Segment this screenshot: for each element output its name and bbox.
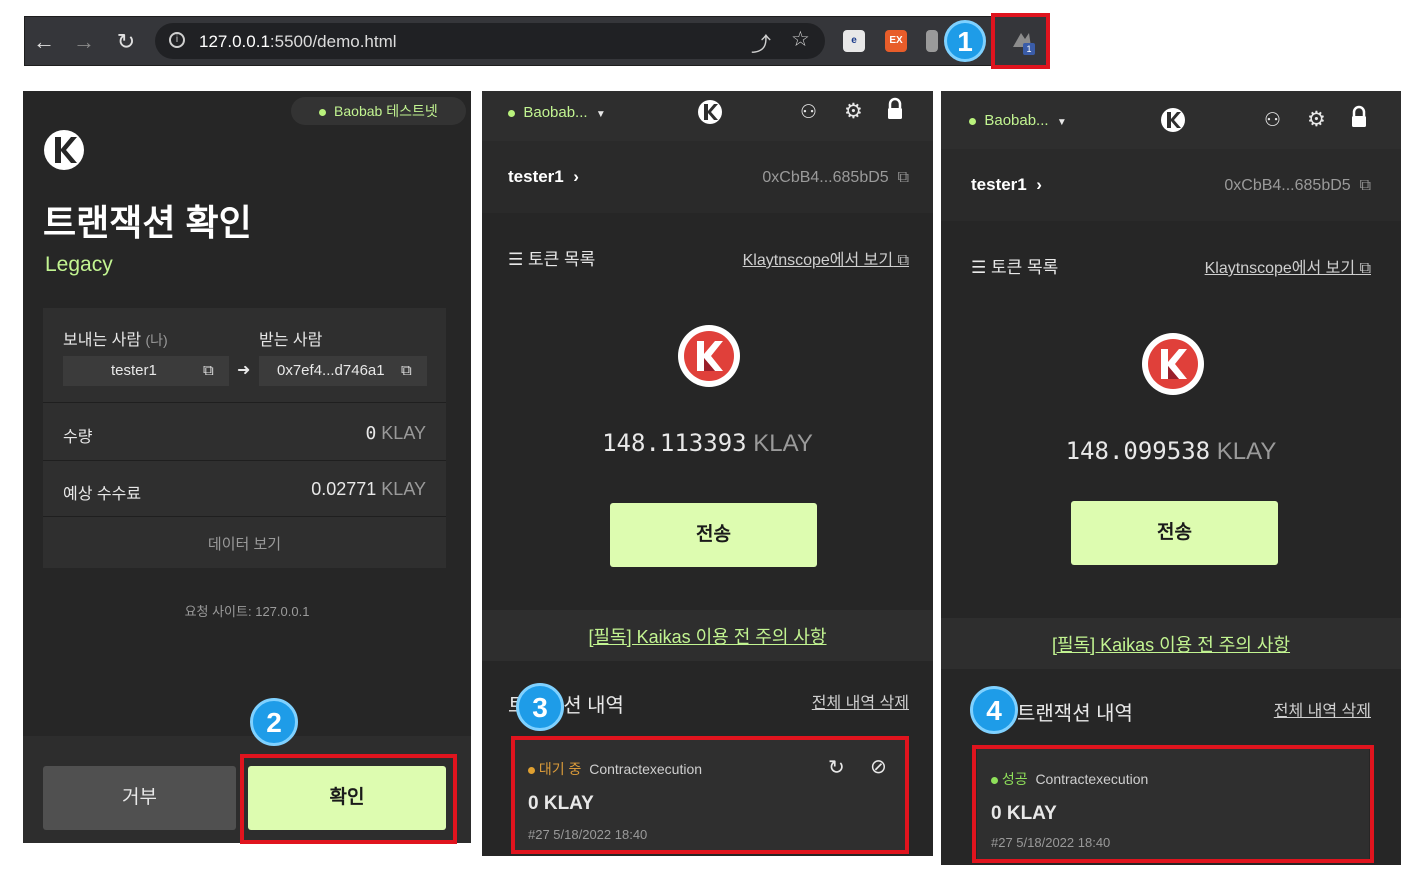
account-name[interactable]: tester1 › xyxy=(508,167,579,187)
clear-history-link[interactable]: 전체 내역 삭제 xyxy=(812,689,909,713)
balance-display: 148.099538 KLAY xyxy=(1065,437,1277,465)
amount-label: 수량 xyxy=(63,429,93,446)
request-site: 요청 사이트: 127.0.0.1 xyxy=(184,604,310,619)
reload-icon[interactable]: ↻ xyxy=(111,27,141,57)
account-address[interactable]: 0xCbB4...685bD5 ⧉ xyxy=(1224,177,1371,195)
back-icon[interactable]: ← xyxy=(29,27,59,57)
account-name[interactable]: tester1 › xyxy=(971,175,1042,195)
divider xyxy=(43,516,446,517)
notice-link[interactable]: [필독] Kaikas 이용 전 주의 사항 xyxy=(482,623,933,649)
accounts-icon[interactable]: ⚇ xyxy=(800,101,817,124)
token-list-button[interactable]: ☰ 토큰 목록 xyxy=(508,245,595,270)
account-row: tester1 › 0xCbB4...685bD5 ⧉ xyxy=(941,149,1401,221)
browser-toolbar: ← → ↻ i 127.0.0.1:5500/demo.html ⤴ ☆ e E… xyxy=(24,16,1049,66)
network-dropdown[interactable]: Baobab... ▼ xyxy=(969,112,1067,129)
highlight-box-1 xyxy=(991,13,1050,69)
history-title: 트랜잭션 내역 xyxy=(1017,703,1133,725)
callout-4: 4 xyxy=(970,686,1018,734)
callout-2: 2 xyxy=(250,698,298,746)
tx-details-card: 보내는 사람 (나) 받는 사람 tester1 ⧉ ➜ 0x7ef4...d7… xyxy=(43,308,446,568)
send-button[interactable]: 전송 xyxy=(1071,501,1278,565)
lock-icon[interactable] xyxy=(886,97,904,126)
divider xyxy=(43,402,446,403)
klay-token-icon xyxy=(678,325,740,387)
notice-bar: [필독] Kaikas 이용 전 주의 사항 xyxy=(941,618,1401,669)
kaikas-logo xyxy=(1160,107,1186,138)
kaikas-logo xyxy=(43,129,85,171)
from-address-field: tester1 ⧉ xyxy=(63,356,229,386)
url-text: 127.0.0.1:5500/demo.html xyxy=(199,32,397,51)
arrow-right-icon: ➜ xyxy=(237,362,251,379)
network-dropdown[interactable]: Baobab... ▼ xyxy=(508,104,606,121)
copy-icon[interactable]: ⧉ xyxy=(203,356,214,386)
share-icon[interactable]: ⤴ xyxy=(751,28,771,57)
token-list-button[interactable]: ☰ 토큰 목록 xyxy=(971,253,1058,278)
bookmark-star-icon[interactable]: ☆ xyxy=(791,27,810,52)
amount-value: 0 KLAY xyxy=(365,423,426,444)
fee-value: 0.02771 KLAY xyxy=(311,479,426,499)
wallet-header: Baobab... ▼ ⚇ ⚙ xyxy=(482,91,933,141)
lock-icon[interactable] xyxy=(1350,105,1368,134)
wallet-header: Baobab... ▼ ⚇ ⚙ xyxy=(941,91,1401,149)
divider xyxy=(43,460,446,461)
extension-ex-icon[interactable]: EX xyxy=(885,30,907,52)
forward-icon[interactable]: → xyxy=(69,27,99,57)
balance-display: 148.113393 KLAY xyxy=(602,429,813,457)
address-bar[interactable]: i 127.0.0.1:5500/demo.html ⤴ ☆ xyxy=(155,23,825,59)
copy-icon[interactable]: ⧉ xyxy=(401,356,412,386)
network-selector[interactable]: Baobab 테스트넷 xyxy=(291,97,466,125)
klaytnscope-link[interactable]: Klaytnscope에서 보기 ⧉ xyxy=(743,246,909,270)
extension-e-icon[interactable]: e xyxy=(843,30,865,52)
clear-history-link[interactable]: 전체 내역 삭제 xyxy=(1274,697,1371,721)
highlight-box-3 xyxy=(511,736,909,854)
info-icon[interactable]: i xyxy=(169,32,185,48)
klay-token-icon xyxy=(1142,333,1204,395)
notice-bar: [필독] Kaikas 이용 전 주의 사항 xyxy=(482,610,933,661)
view-data-button[interactable]: 데이터 보기 xyxy=(43,533,446,554)
gear-icon[interactable]: ⚙ xyxy=(1307,107,1326,132)
gear-icon[interactable]: ⚙ xyxy=(844,99,863,124)
extension-icon[interactable] xyxy=(926,30,938,52)
callout-1: 1 xyxy=(944,20,986,62)
tx-type-label: Legacy xyxy=(45,253,113,276)
to-address-field: 0x7ef4...d746a1 ⧉ xyxy=(259,356,427,386)
highlight-box-2 xyxy=(240,754,457,844)
callout-3: 3 xyxy=(516,683,564,731)
confirm-panel: Baobab 테스트넷 트랜잭션 확인 Legacy 보내는 사람 (나) 받는… xyxy=(23,91,471,843)
highlight-box-4 xyxy=(972,745,1374,863)
account-row: tester1 › 0xCbB4...685bD5 ⧉ xyxy=(482,141,933,213)
klaytnscope-link[interactable]: Klaytnscope에서 보기 ⧉ xyxy=(1205,254,1371,278)
reject-button[interactable]: 거부 xyxy=(43,766,236,830)
fee-label: 예상 수수료 xyxy=(63,486,142,503)
notice-link[interactable]: [필독] Kaikas 이용 전 주의 사항 xyxy=(941,631,1401,657)
page-title: 트랜잭션 확인 xyxy=(43,202,252,243)
account-address[interactable]: 0xCbB4...685bD5 ⧉ xyxy=(762,169,909,187)
send-button[interactable]: 전송 xyxy=(610,503,817,567)
to-label: 받는 사람 xyxy=(259,332,323,349)
from-label: 보내는 사람 (나) xyxy=(63,332,168,349)
kaikas-logo xyxy=(697,99,723,130)
accounts-icon[interactable]: ⚇ xyxy=(1264,109,1281,132)
